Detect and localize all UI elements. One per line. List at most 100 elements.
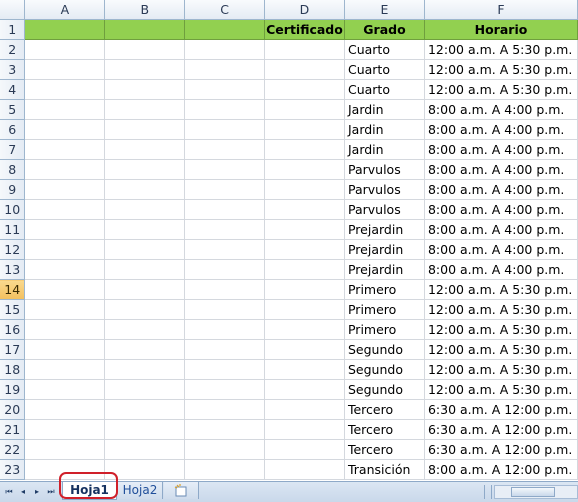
cell-c[interactable] xyxy=(184,219,265,240)
cell-b[interactable] xyxy=(104,359,186,380)
cell-b[interactable] xyxy=(104,279,186,300)
spreadsheet-grid[interactable]: A B C D E F 1 Certificado Grado Horario … xyxy=(0,0,578,481)
row-header[interactable]: 6 xyxy=(0,119,26,140)
cell-c[interactable] xyxy=(184,179,265,200)
cell-certificado[interactable] xyxy=(264,199,345,220)
cell-certificado[interactable] xyxy=(264,379,345,400)
cell-certificado[interactable] xyxy=(264,399,345,420)
cell-certificado[interactable] xyxy=(264,219,345,240)
row-header[interactable]: 11 xyxy=(0,219,26,240)
cell-a[interactable] xyxy=(24,219,106,240)
cell-b[interactable] xyxy=(104,99,186,120)
cell-grado[interactable]: Jardin xyxy=(344,99,425,120)
cell-horario[interactable]: 12:00 a.m. A 5:30 p.m. xyxy=(424,319,578,340)
cell-c[interactable] xyxy=(184,239,265,260)
cell-horario[interactable]: 12:00 a.m. A 5:30 p.m. xyxy=(424,379,578,400)
cell-b[interactable] xyxy=(104,219,186,240)
row-header[interactable]: 22 xyxy=(0,439,26,460)
cell-grado[interactable]: Prejardin xyxy=(344,239,425,260)
cell-a[interactable] xyxy=(24,279,106,300)
cell-certificado[interactable] xyxy=(264,459,345,480)
cell-certificado[interactable] xyxy=(264,119,345,140)
cell-horario[interactable]: 8:00 a.m. A 4:00 p.m. xyxy=(424,119,578,140)
cell-c[interactable] xyxy=(184,299,265,320)
column-header-d[interactable]: D xyxy=(264,0,345,20)
cell-certificado[interactable] xyxy=(264,79,345,100)
cell-b[interactable] xyxy=(104,299,186,320)
cell-grado[interactable]: Transición xyxy=(344,459,425,480)
select-all-corner[interactable] xyxy=(0,0,26,20)
cell-certificado[interactable] xyxy=(264,179,345,200)
next-sheet-icon[interactable]: ▸ xyxy=(31,485,43,498)
cell-horario[interactable]: 8:00 a.m. A 12:00 p.m. xyxy=(424,459,578,480)
cell-horario[interactable]: 12:00 a.m. A 5:30 p.m. xyxy=(424,339,578,360)
cell-b[interactable] xyxy=(104,259,186,280)
horizontal-scrollbar[interactable] xyxy=(494,485,578,499)
cell-b[interactable] xyxy=(104,119,186,140)
first-sheet-icon[interactable]: ⏮ xyxy=(3,485,15,498)
cell-a[interactable] xyxy=(24,319,106,340)
sheet-tab-hoja2[interactable]: Hoja2 xyxy=(118,482,163,499)
cell-certificado[interactable] xyxy=(264,319,345,340)
cell-grado[interactable]: Jardin xyxy=(344,139,425,160)
cell-certificado[interactable] xyxy=(264,339,345,360)
cell-a[interactable] xyxy=(24,299,106,320)
cell-certificado[interactable] xyxy=(264,439,345,460)
cell-c[interactable] xyxy=(184,159,265,180)
cell-b[interactable] xyxy=(104,339,186,360)
cell-horario[interactable]: 12:00 a.m. A 5:30 p.m. xyxy=(424,59,578,80)
cell-certificado[interactable] xyxy=(264,59,345,80)
cell-grado[interactable]: Tercero xyxy=(344,439,425,460)
cell-b[interactable] xyxy=(104,399,186,420)
row-header[interactable]: 8 xyxy=(0,159,26,180)
cell-certificado[interactable] xyxy=(264,139,345,160)
cell-grado[interactable]: Parvulos xyxy=(344,199,425,220)
insert-sheet-tab[interactable] xyxy=(164,482,199,499)
cell-a[interactable] xyxy=(24,119,106,140)
cell-a[interactable] xyxy=(24,439,106,460)
cell-horario[interactable]: 12:00 a.m. A 5:30 p.m. xyxy=(424,39,578,60)
cell-horario[interactable]: 8:00 a.m. A 4:00 p.m. xyxy=(424,239,578,260)
row-header[interactable]: 10 xyxy=(0,199,26,220)
cell-certificado[interactable] xyxy=(264,159,345,180)
cell-b[interactable] xyxy=(104,59,186,80)
cell-a[interactable] xyxy=(24,419,106,440)
cell-horario[interactable]: 6:30 a.m. A 12:00 p.m. xyxy=(424,439,578,460)
cell-a[interactable] xyxy=(24,139,106,160)
row-header[interactable]: 15 xyxy=(0,299,26,320)
row-header[interactable]: 4 xyxy=(0,79,26,100)
column-header-f[interactable]: F xyxy=(424,0,578,20)
cell-certificado[interactable] xyxy=(264,419,345,440)
cell-grado[interactable]: Primero xyxy=(344,279,425,300)
cell-horario[interactable]: 8:00 a.m. A 4:00 p.m. xyxy=(424,259,578,280)
cell-horario[interactable]: 8:00 a.m. A 4:00 p.m. xyxy=(424,159,578,180)
cell-a[interactable] xyxy=(24,339,106,360)
cell-certificado[interactable] xyxy=(264,259,345,280)
cell-table[interactable]: A B C D E F 1 Certificado Grado Horario … xyxy=(0,0,578,480)
cell-a[interactable] xyxy=(24,259,106,280)
cell-a[interactable] xyxy=(24,199,106,220)
scrollbar-thumb[interactable] xyxy=(511,487,555,497)
cell-horario[interactable]: 6:30 a.m. A 12:00 p.m. xyxy=(424,419,578,440)
cell-b[interactable] xyxy=(104,79,186,100)
cell-grado[interactable]: Cuarto xyxy=(344,59,425,80)
cell-b[interactable] xyxy=(104,379,186,400)
cell-grado[interactable]: Prejardin xyxy=(344,219,425,240)
cell-b[interactable] xyxy=(104,199,186,220)
cell-a[interactable] xyxy=(24,79,106,100)
cell-grado[interactable]: Primero xyxy=(344,299,425,320)
cell-c[interactable] xyxy=(184,259,265,280)
cell-grado[interactable]: Segundo xyxy=(344,359,425,380)
cell-c[interactable] xyxy=(184,99,265,120)
cell-b[interactable] xyxy=(104,319,186,340)
cell-b[interactable] xyxy=(104,39,186,60)
row-header[interactable]: 14 xyxy=(0,279,26,300)
cell-horario[interactable]: 12:00 a.m. A 5:30 p.m. xyxy=(424,299,578,320)
cell-c[interactable] xyxy=(184,379,265,400)
cell-horario[interactable]: 8:00 a.m. A 4:00 p.m. xyxy=(424,99,578,120)
cell-c[interactable] xyxy=(184,119,265,140)
cell-certificado[interactable] xyxy=(264,39,345,60)
row-header[interactable]: 17 xyxy=(0,339,26,360)
cell-c[interactable] xyxy=(184,439,265,460)
cell-grado[interactable]: Parvulos xyxy=(344,179,425,200)
